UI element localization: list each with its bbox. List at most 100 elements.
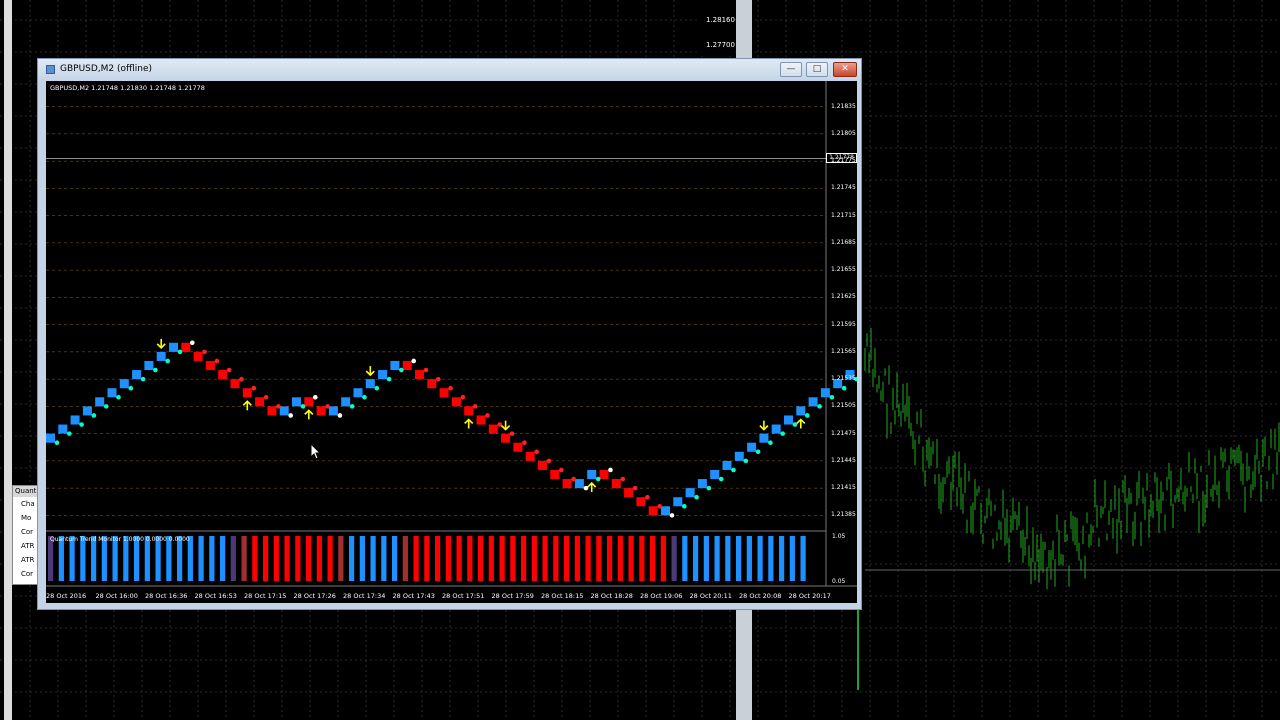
- sell-arrow-icon: [365, 366, 375, 377]
- time-axis-label: 28 Oct 16:53: [194, 592, 237, 600]
- price-axis-label: 1.21475: [831, 429, 856, 437]
- bull-brick: [771, 424, 781, 434]
- renko-chart[interactable]: [46, 81, 857, 603]
- bear-brick: [230, 379, 240, 389]
- navigator-item[interactable]: Mo: [21, 514, 31, 522]
- time-axis-label: 28 Oct 18:15: [541, 592, 584, 600]
- navigator-item[interactable]: ATR: [21, 556, 34, 564]
- bull-brick: [144, 360, 154, 371]
- bear-brick: [488, 424, 498, 434]
- indicator-bar: [564, 536, 570, 581]
- indicator-bar: [531, 536, 537, 581]
- chart-window-icon: [46, 65, 55, 74]
- signal-dot: [411, 358, 417, 364]
- bull-brick: [685, 488, 695, 498]
- indicator-bar: [574, 536, 580, 581]
- bear-brick: [255, 397, 265, 407]
- signal-dot: [755, 449, 761, 455]
- renko-markers: [54, 338, 857, 518]
- bull-brick: [169, 342, 178, 352]
- bull-brick: [673, 497, 683, 507]
- indicator-bar: [553, 536, 559, 581]
- signal-dot: [153, 367, 158, 373]
- bull-brick: [365, 379, 375, 389]
- time-axis-label: 28 Oct 18:28: [590, 592, 633, 600]
- navigator-item[interactable]: Cha: [21, 500, 35, 508]
- bull-brick: [292, 397, 301, 407]
- signal-dot: [436, 376, 441, 382]
- navigator-item[interactable]: ATR: [21, 542, 34, 550]
- bull-brick: [119, 379, 129, 389]
- indicator-bar: [338, 536, 344, 581]
- signal-dot: [362, 394, 367, 400]
- indicator-bar: [424, 536, 430, 581]
- bear-brick: [205, 360, 215, 371]
- renko-bricks: [46, 342, 855, 516]
- indicator-bar: [327, 536, 333, 581]
- signal-dot: [780, 431, 785, 436]
- bear-brick: [316, 406, 326, 416]
- signal-dot: [620, 476, 626, 482]
- indicator-bar: [736, 536, 742, 581]
- bear-brick: [476, 415, 486, 425]
- signal-dot: [313, 394, 318, 400]
- minimize-button[interactable]: —: [780, 62, 802, 77]
- navigator-panel[interactable]: Quant Cha Mo Cor ATR ATR Cor: [12, 485, 38, 585]
- indicator-bar: [349, 536, 355, 581]
- bear-brick: [538, 460, 547, 470]
- bg-price-label: 1.28160: [706, 16, 735, 24]
- indicator-bar: [392, 536, 398, 581]
- bull-brick: [661, 506, 670, 516]
- bear-brick: [439, 388, 449, 398]
- indicator-bar: [230, 536, 236, 581]
- indicator-bar: [714, 536, 720, 581]
- bull-brick: [70, 415, 80, 425]
- bull-brick: [796, 406, 806, 416]
- price-axis-label: 1.21835: [831, 102, 856, 110]
- signal-dot: [448, 385, 453, 391]
- bear-brick: [513, 442, 523, 452]
- time-axis-label: 28 Oct 16:36: [145, 592, 188, 600]
- indicator-bar: [456, 536, 462, 581]
- indicator-bar: [252, 536, 258, 581]
- signal-dot: [546, 458, 552, 464]
- chart-area[interactable]: GBPUSD,M2 1.21748 1.21830 1.21748 1.2177…: [46, 81, 857, 603]
- bear-brick: [181, 342, 191, 352]
- signal-dot: [386, 376, 392, 382]
- indicator-bar: [478, 536, 484, 581]
- signal-dot: [263, 394, 269, 400]
- price-axis-label: 1.21625: [831, 293, 856, 301]
- bear-brick: [624, 488, 634, 498]
- signal-dot: [116, 394, 121, 400]
- navigator-item[interactable]: Cor: [21, 570, 33, 578]
- indicator-bar: [789, 536, 795, 581]
- bull-brick: [722, 460, 732, 470]
- maximize-button[interactable]: □: [806, 62, 828, 77]
- bull-brick: [574, 479, 584, 489]
- indicator-bar: [510, 536, 516, 581]
- indicator-bar: [499, 536, 505, 581]
- close-button[interactable]: ✕: [833, 62, 857, 77]
- bull-brick: [58, 424, 68, 434]
- bg-price-label: 1.27700: [706, 41, 735, 49]
- indicator-bar: [445, 536, 451, 581]
- signal-dot: [509, 431, 515, 436]
- indicator-bar: [757, 536, 763, 581]
- price-axis-label: 1.21685: [831, 238, 856, 246]
- signal-dot: [682, 503, 687, 509]
- bull-brick: [808, 397, 818, 407]
- signal-dot: [374, 385, 380, 391]
- indicator-bar: [316, 536, 322, 581]
- price-axis-label: 1.21805: [831, 129, 856, 137]
- navigator-item[interactable]: Cor: [21, 528, 33, 536]
- window-titlebar[interactable]: GBPUSD,M2 (offline) — □ ✕: [38, 59, 861, 81]
- indicator-bar: [241, 536, 247, 581]
- signal-dot: [522, 440, 527, 446]
- indicator-bar: [660, 536, 666, 581]
- indicator-bar: [671, 536, 677, 581]
- bear-brick: [218, 370, 228, 380]
- bear-brick: [427, 379, 437, 389]
- bear-brick: [636, 497, 646, 507]
- indicator-bar: [596, 536, 602, 581]
- buy-arrow-icon: [587, 481, 597, 493]
